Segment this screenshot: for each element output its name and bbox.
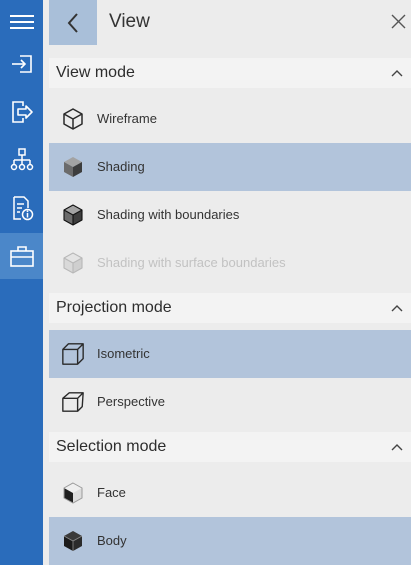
item-label: Wireframe — [97, 111, 157, 126]
panel-title: View — [109, 11, 150, 32]
view-mode-item-shading[interactable]: Shading — [49, 143, 411, 191]
chevron-left-icon — [67, 12, 78, 33]
menu-button[interactable] — [0, 0, 43, 44]
section-title: Projection mode — [56, 299, 172, 316]
item-label: Isometric — [97, 346, 150, 361]
item-label: Shading with surface boundaries — [97, 255, 286, 270]
selection-mode-item-face[interactable]: Face — [49, 469, 411, 517]
chevron-up-icon[interactable] — [391, 67, 403, 79]
toolbox-button[interactable] — [0, 233, 43, 279]
view-mode-item-wireframe[interactable]: Wireframe — [49, 95, 411, 143]
view-mode-item-shading-with-boundaries[interactable]: Shading with boundaries — [49, 191, 411, 239]
close-button[interactable] — [389, 12, 407, 30]
surface-boundaries-cube-icon — [61, 251, 85, 275]
shaded-cube-icon — [61, 155, 85, 179]
import-button[interactable] — [0, 42, 43, 86]
section-header-view-mode[interactable]: View mode — [49, 58, 411, 88]
chevron-up-icon[interactable] — [391, 441, 403, 453]
export-icon — [11, 101, 33, 123]
projection-mode-item-isometric[interactable]: Isometric — [49, 330, 411, 378]
projection-mode-item-perspective[interactable]: Perspective — [49, 378, 411, 426]
wireframe-cube-icon — [61, 107, 85, 131]
section-title: Selection mode — [56, 438, 167, 455]
import-icon — [11, 55, 32, 73]
section-header-projection-mode[interactable]: Projection mode — [49, 293, 411, 323]
document-info-icon — [12, 196, 33, 221]
back-button[interactable] — [49, 0, 97, 45]
properties-button[interactable] — [0, 186, 43, 230]
chevron-up-icon[interactable] — [391, 302, 403, 314]
shaded-boundaries-cube-icon — [61, 203, 85, 227]
item-label: Body — [97, 533, 127, 548]
body-select-cube-icon — [61, 529, 85, 553]
isometric-cube-icon — [61, 342, 85, 366]
item-label: Shading with boundaries — [97, 207, 240, 222]
left-rail — [0, 0, 43, 565]
briefcase-icon — [9, 246, 34, 267]
view-panel: View View mode Wireframe Shading Shading… — [49, 0, 411, 565]
section-header-selection-mode[interactable]: Selection mode — [49, 432, 411, 462]
selection-mode-item-body[interactable]: Body — [49, 517, 411, 565]
item-label: Perspective — [97, 394, 165, 409]
hamburger-menu-icon — [9, 15, 34, 29]
section-title: View mode — [56, 64, 135, 81]
export-button[interactable] — [0, 90, 43, 134]
perspective-cube-icon — [61, 390, 85, 414]
item-label: Face — [97, 485, 126, 500]
hierarchy-tree-icon — [10, 148, 33, 171]
view-mode-item-shading-with-surface-boundaries: Shading with surface boundaries — [49, 239, 411, 287]
item-label: Shading — [97, 159, 145, 174]
structure-button[interactable] — [0, 138, 43, 182]
face-select-cube-icon — [61, 481, 85, 505]
close-icon — [391, 14, 405, 28]
